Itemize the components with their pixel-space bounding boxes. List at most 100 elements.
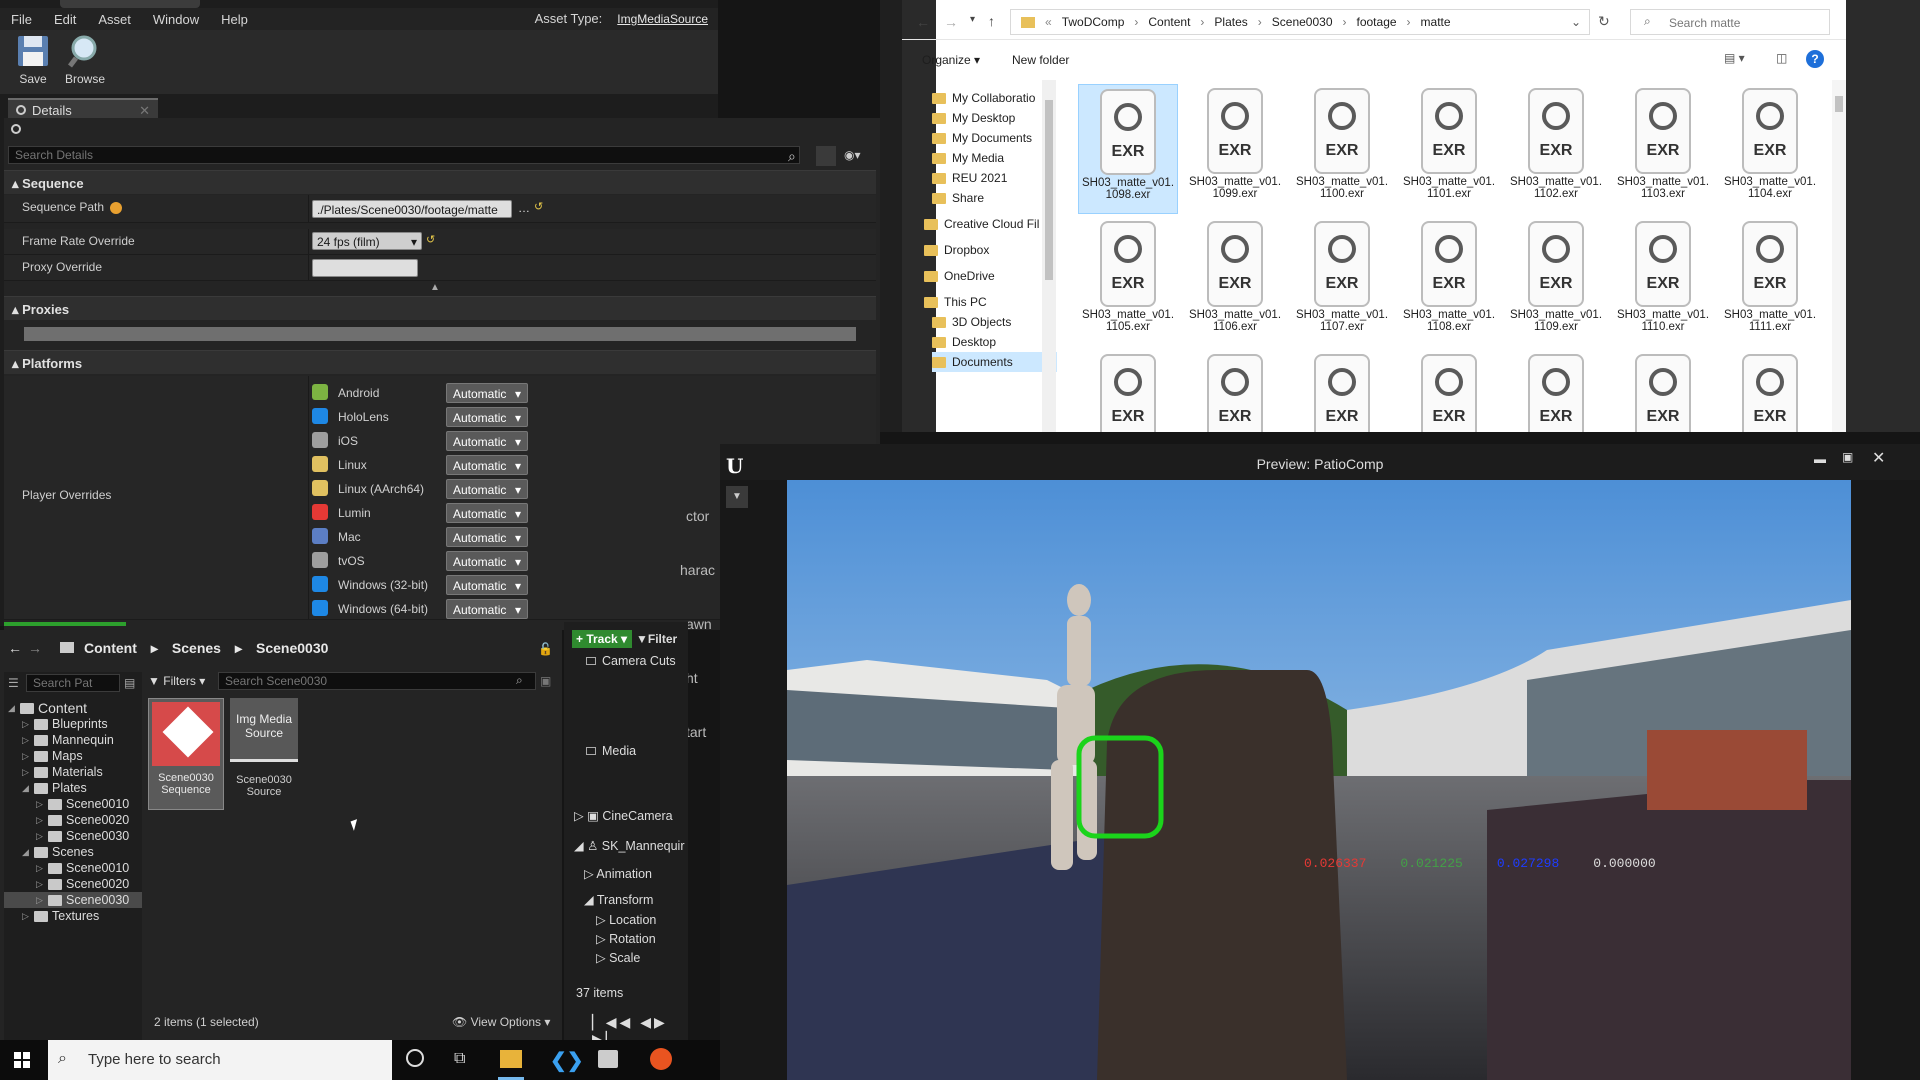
content-scrollbar[interactable] [1832,80,1846,432]
help-icon[interactable]: ? [1806,50,1824,68]
ubuntu-icon[interactable] [650,1048,672,1070]
exr-file-tile[interactable]: EXR [1185,350,1285,432]
platform-override-select[interactable]: Automatic ▾ [446,479,528,499]
tree-folder[interactable]: ◢ Scenes [4,844,142,860]
nav-item[interactable]: Dropbox [924,240,1049,260]
menu-help[interactable]: Help [210,12,259,27]
asset-tile-source[interactable]: Img Media Source Scene0030 Source [230,698,298,810]
breadcrumb-scene0030[interactable]: Scene0030 [1272,15,1333,29]
exr-file-tile[interactable]: EXR SH03_matte_v01. 1101.exr [1399,84,1499,214]
nav-item[interactable]: Documents [932,352,1057,372]
exr-file-tile[interactable]: EXR SH03_matte_v01. 1111.exr [1720,217,1820,347]
breadcrumb-plates[interactable]: Plates [1214,15,1247,29]
proxy-override-field[interactable] [312,259,418,277]
close-tab-icon[interactable]: ✕ [139,103,150,119]
track-camera-cuts[interactable]: Camera Cuts [586,654,676,668]
view-mode-icon[interactable]: ▤ ▾ [1724,51,1745,65]
collapsed-arrow-icon[interactable]: ▷ [36,879,44,890]
collapsed-arrow-icon[interactable]: ▷ [36,863,44,874]
search-details-input[interactable] [8,146,800,164]
platform-override-select[interactable]: Automatic ▾ [446,551,528,571]
nav-item[interactable]: OneDrive [924,266,1049,286]
collapsed-arrow-icon[interactable]: ▷ [36,895,44,906]
tree-folder[interactable]: ◢ Content [4,700,142,716]
overflow-icon[interactable]: « [1045,15,1052,29]
nav-item[interactable]: My Documents [932,128,1057,148]
tree-options-icon[interactable]: ▤ [124,676,135,690]
tree-folder[interactable]: ▷ Mannequin [4,732,142,748]
exr-file-tile[interactable]: EXR SH03_matte_v01. 1104.exr [1720,84,1820,214]
back-arrow-icon[interactable]: ← [916,14,930,30]
tree-folder[interactable]: ▷ Scene0030 [4,828,142,844]
reset-icon[interactable]: ↺ [534,200,543,213]
collapsed-arrow-icon[interactable]: ▷ [22,719,30,730]
file-explorer-icon[interactable] [500,1050,522,1068]
exr-file-tile[interactable]: EXR [1399,350,1499,432]
tree-folder[interactable]: ▷ Materials [4,764,142,780]
exr-file-tile[interactable]: EXR [1292,350,1392,432]
platform-override-select[interactable]: Automatic ▾ [446,527,528,547]
category-platforms[interactable]: ▴ Platforms [4,350,876,374]
refresh-icon[interactable]: ↻ [1598,13,1610,30]
collapsed-arrow-icon[interactable]: ▷ [36,831,44,842]
lock-indicator-icon[interactable] [11,124,21,134]
lock-icon[interactable]: 🔓 [538,642,553,656]
forward-arrow-icon[interactable]: → [944,14,958,30]
track-transform[interactable]: ◢ Transform [584,892,653,907]
tree-folder[interactable]: ▷ Maps [4,748,142,764]
store-icon[interactable] [598,1050,618,1068]
exr-file-tile[interactable]: EXR SH03_matte_v01. 1103.exr [1613,84,1713,214]
nav-item[interactable]: Share [932,188,1057,208]
exr-file-tile[interactable]: EXR SH03_matte_v01. 1098.exr [1078,84,1178,214]
path-scene0030[interactable]: Scene0030 [256,640,328,657]
nav-item[interactable]: Desktop [932,332,1057,352]
exr-file-tile[interactable]: EXR SH03_matte_v01. 1110.exr [1613,217,1713,347]
add-track-button[interactable]: + Track ▾ [572,630,632,648]
menu-edit[interactable]: Edit [43,12,87,27]
exr-file-tile[interactable]: EXR [1078,350,1178,432]
track-cinecamera[interactable]: ▷ ▣ CineCamera [574,808,673,823]
platform-override-select[interactable]: Automatic ▾ [446,431,528,451]
frame-rate-select[interactable]: 24 fps (film) ▾ [312,232,422,250]
chevron-down-icon[interactable]: ⌄ [1571,15,1581,29]
platform-override-select[interactable]: Automatic ▾ [446,599,528,619]
exr-file-tile[interactable]: EXR SH03_matte_v01. 1109.exr [1506,217,1606,347]
exr-file-tile[interactable]: EXR [1613,350,1713,432]
save-search-icon[interactable]: ▣ [540,674,551,688]
exr-file-tile[interactable]: EXR SH03_matte_v01. 1105.exr [1078,217,1178,347]
exr-file-tile[interactable]: EXR SH03_matte_v01. 1107.exr [1292,217,1392,347]
platform-override-select[interactable]: Automatic ▾ [446,575,528,595]
track-sk-mannequin[interactable]: ◢ ♙ SK_Mannequir [574,838,685,853]
cortana-icon[interactable] [406,1049,424,1067]
preview-viewport[interactable] [787,480,1851,1080]
window-tab[interactable] [60,0,200,8]
nav-scrollbar[interactable] [1042,80,1056,432]
collapsed-arrow-icon[interactable]: ▷ [22,735,30,746]
up-arrow-icon[interactable]: ↑ [988,13,995,29]
nav-item[interactable]: 3D Objects [932,312,1057,332]
forward-arrow-icon[interactable]: → [28,640,42,656]
tree-folder[interactable]: ▷ Scene0020 [4,812,142,828]
preview-pane-icon[interactable]: ◫ [1776,51,1787,65]
windows-start-icon[interactable] [14,1052,30,1068]
tab-details[interactable]: Details ✕ [8,98,158,118]
platform-override-select[interactable]: Automatic ▾ [446,383,528,403]
filter-button[interactable]: ▼Filter [636,632,677,646]
platform-override-select[interactable]: Automatic ▾ [446,455,528,475]
sequence-path-field[interactable]: ./Plates/Scene0030/footage/matte [312,200,512,218]
filters-button[interactable]: ▼ Filters ▾ [148,674,205,688]
save-button[interactable]: Save [6,34,60,90]
track-location[interactable]: ▷ Location [596,912,656,927]
asset-tile-sequence[interactable]: Scene0030 Sequence [148,698,224,810]
nav-item[interactable]: My Media [932,148,1057,168]
collapsed-arrow-icon[interactable]: ▷ [22,751,30,762]
nav-item[interactable]: Creative Cloud Fil [924,214,1049,234]
task-view-icon[interactable]: ⧉ [454,1050,465,1068]
nav-item[interactable]: My Desktop [932,108,1057,128]
menu-file[interactable]: File [0,12,43,27]
collapsed-arrow-icon[interactable]: ▷ [36,815,44,826]
breadcrumb-footage[interactable]: footage [1357,15,1397,29]
exr-file-tile[interactable]: EXR [1720,350,1820,432]
track-rotation[interactable]: ▷ Rotation [596,931,656,946]
close-icon[interactable]: ✕ [1872,448,1885,468]
